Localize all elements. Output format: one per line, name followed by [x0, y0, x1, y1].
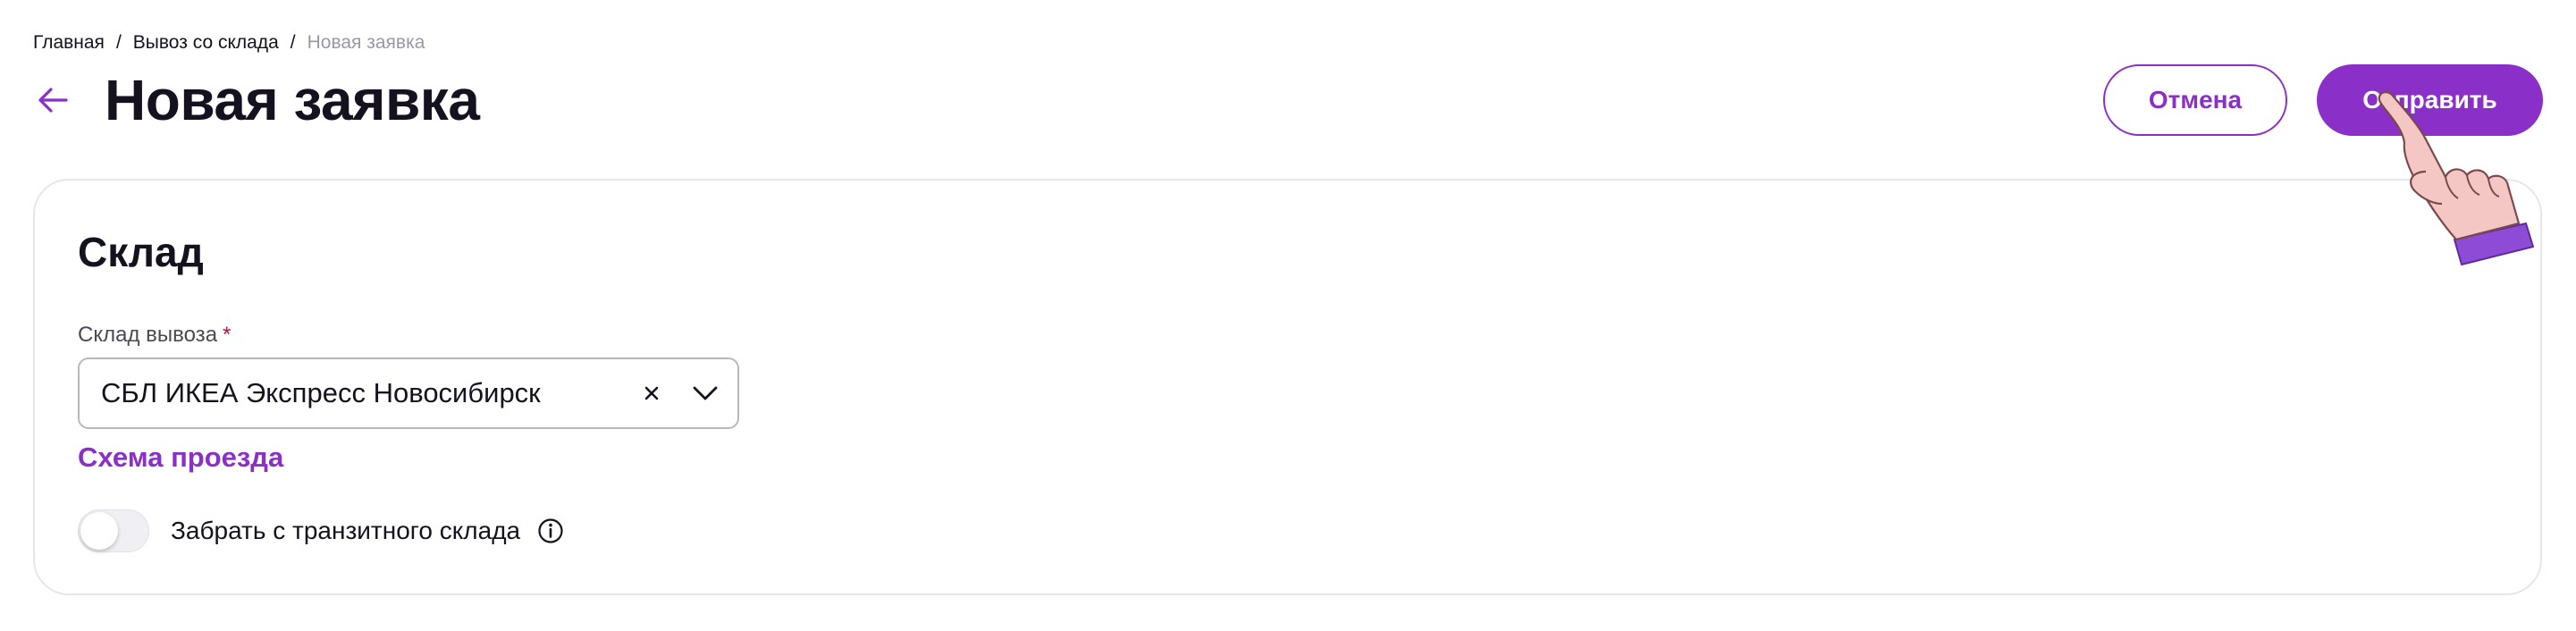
- breadcrumb-item-current: Новая заявка: [307, 32, 425, 53]
- warehouse-card: Склад Склад вывоза * СБЛ ИКЕА Экспресс Но…: [33, 179, 2542, 595]
- submit-button[interactable]: Отправить: [2317, 64, 2543, 136]
- title-row: Новая заявка: [33, 64, 480, 136]
- breadcrumb-separator: /: [115, 32, 122, 53]
- required-mark: *: [223, 323, 232, 347]
- warehouse-field-label-text: Склад вывоза: [78, 323, 218, 347]
- breadcrumb: Главная / Вывоз со склада / Новая заявка: [33, 30, 425, 55]
- transit-toggle-row: Забрать с транзитного склада: [78, 508, 565, 554]
- card-title: Склад: [78, 229, 204, 275]
- page-title: Новая заявка: [105, 68, 480, 132]
- breadcrumb-separator: /: [290, 32, 296, 53]
- route-scheme-link[interactable]: Схема проезда: [78, 440, 283, 475]
- transit-toggle[interactable]: [78, 509, 149, 552]
- breadcrumb-item-home[interactable]: Главная: [33, 30, 105, 55]
- toggle-knob: [80, 512, 118, 550]
- breadcrumb-item-export[interactable]: Вывоз со склада: [133, 30, 279, 55]
- close-icon[interactable]: [636, 377, 668, 409]
- cancel-button[interactable]: Отмена: [2103, 64, 2287, 136]
- transit-toggle-label: Забрать с транзитного склада: [171, 517, 521, 544]
- page: Главная / Вывоз со склада / Новая заявка…: [0, 0, 2576, 631]
- arrow-left-icon: [38, 88, 68, 113]
- back-button[interactable]: [33, 80, 72, 120]
- info-icon[interactable]: [536, 517, 565, 545]
- warehouse-select[interactable]: СБЛ ИКЕА Экспресс Новосибирск: [78, 358, 739, 429]
- chevron-down-icon[interactable]: [689, 377, 721, 409]
- warehouse-field-label: Склад вывоза *: [78, 322, 231, 349]
- warehouse-select-value: СБЛ ИКЕА Экспресс Новосибирск: [101, 377, 541, 408]
